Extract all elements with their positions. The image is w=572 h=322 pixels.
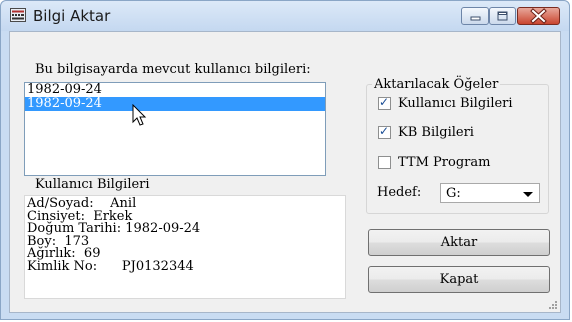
minimize-button[interactable]	[461, 7, 489, 25]
title-bar[interactable]: Bilgi Aktar	[1, 1, 569, 31]
user-info-label: Kullanıcı Bilgileri	[35, 177, 150, 192]
close-button[interactable]: Kapat	[368, 266, 550, 293]
minimize-icon	[470, 16, 481, 21]
user-info-checkbox-label[interactable]: Kullanıcı Bilgileri	[398, 96, 513, 111]
target-label: Hedef:	[377, 185, 422, 200]
mouse-pointer-icon	[132, 104, 147, 126]
list-item-selected[interactable]: 1982-09-24	[25, 97, 325, 111]
transfer-items-label: Aktarılacak Öğeler	[372, 77, 501, 92]
window-title: Bilgi Aktar	[33, 7, 111, 25]
chevron-down-icon	[523, 192, 533, 197]
existing-users-list[interactable]: 1982-09-24 1982-09-24	[24, 82, 326, 176]
user-info-box: Ad/Soyad: Anil Cinsiyet: Erkek Doğum Tar…	[24, 195, 346, 299]
existing-users-label: Bu bilgisayarda mevcut kullanıcı bilgile…	[35, 62, 311, 77]
user-info-line: Kimlik No: PJ0132344	[27, 258, 194, 274]
ttm-program-checkbox-label[interactable]: TTM Program	[398, 155, 490, 170]
close-icon	[530, 8, 547, 24]
close-window-button[interactable]	[517, 7, 560, 25]
target-drive-value: G:	[446, 186, 461, 201]
resize-grip-icon[interactable]	[548, 300, 558, 310]
keyboard-app-icon	[10, 8, 26, 22]
kb-info-checkbox[interactable]	[378, 124, 391, 139]
kb-info-checkbox-label[interactable]: KB Bilgileri	[398, 125, 474, 140]
transfer-button[interactable]: Aktar	[368, 229, 550, 256]
ttm-program-checkbox[interactable]	[378, 156, 391, 169]
list-item[interactable]: 1982-09-24	[25, 83, 325, 97]
maximize-button[interactable]	[489, 7, 516, 25]
maximize-icon	[497, 11, 508, 21]
target-drive-select[interactable]: G:	[440, 183, 540, 203]
user-info-checkbox[interactable]	[378, 95, 391, 110]
